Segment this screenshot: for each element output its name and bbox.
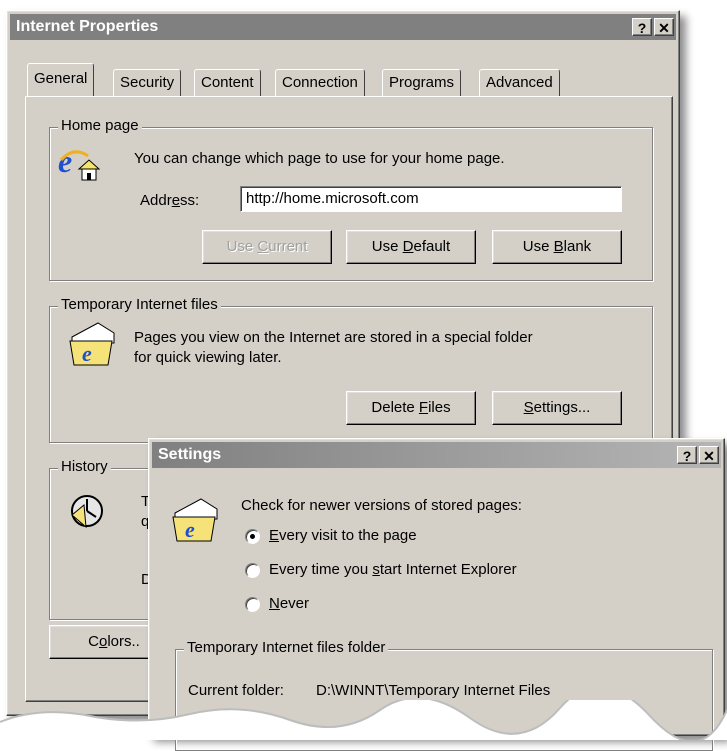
svg-text:e: e	[185, 517, 195, 542]
settings-title: Settings	[158, 446, 222, 463]
settings-button[interactable]: Settings...	[492, 391, 622, 425]
settings-dialog: Settings ? ✕ e Check for newer versions …	[148, 438, 725, 751]
tab-programs[interactable]: Programs	[382, 69, 462, 96]
tab-security[interactable]: Security	[113, 69, 182, 96]
temp-files-group: Temporary Internet files e Pages you vie…	[49, 296, 653, 443]
history-group-label: History	[58, 458, 111, 475]
close-button[interactable]: ✕	[654, 18, 674, 36]
title-bar[interactable]: Internet Properties ? ✕	[10, 14, 676, 40]
folder-group-label: Temporary Internet files folder	[184, 639, 389, 656]
home-page-group-label: Home page	[58, 117, 142, 134]
delete-files-button[interactable]: Delete Files	[346, 391, 476, 425]
tab-connection[interactable]: Connection	[275, 69, 365, 96]
home-page-description: You can change which page to use for you…	[134, 150, 505, 167]
temp-files-folder-icon: e	[68, 319, 118, 369]
tab-general[interactable]: General	[27, 63, 95, 96]
temp-files-description-1: Pages you view on the Internet are store…	[134, 329, 533, 346]
radio-never-label[interactable]: Never	[269, 595, 309, 612]
tab-content[interactable]: Content	[194, 69, 261, 96]
radio-never[interactable]	[245, 597, 260, 612]
address-label: Address:	[140, 192, 200, 209]
window-title: Internet Properties	[16, 18, 159, 35]
use-default-button[interactable]: Use Default	[346, 230, 476, 264]
temp-files-group-label: Temporary Internet files	[58, 296, 221, 313]
home-page-group: Home page e You can change which page to…	[49, 117, 653, 281]
radio-every-visit-label[interactable]: Every visit to the page	[269, 527, 417, 544]
svg-text:e: e	[58, 143, 72, 179]
settings-folder-icon: e	[171, 495, 221, 545]
torn-edge-decoration	[0, 700, 727, 740]
svg-text:e: e	[82, 341, 92, 366]
radio-every-start-label[interactable]: Every time you start Internet Explorer	[269, 561, 517, 578]
ie-home-icon: e	[56, 142, 101, 186]
check-newer-label: Check for newer versions of stored pages…	[241, 497, 522, 514]
address-input[interactable]: http://home.microsoft.com	[240, 186, 622, 212]
settings-title-bar[interactable]: Settings ? ✕	[152, 442, 721, 468]
radio-every-visit[interactable]	[245, 529, 260, 544]
current-folder-value: D:\WINNT\Temporary Internet Files	[316, 682, 551, 699]
help-button[interactable]: ?	[632, 18, 652, 36]
settings-help-button[interactable]: ?	[677, 446, 697, 464]
use-blank-button[interactable]: Use Blank	[492, 230, 622, 264]
use-current-button: Use Current	[202, 230, 332, 264]
settings-close-button[interactable]: ✕	[699, 446, 719, 464]
current-folder-label: Current folder:	[188, 682, 284, 699]
history-clock-icon	[70, 491, 106, 531]
tab-advanced[interactable]: Advanced	[479, 69, 560, 96]
temp-files-description-2: for quick viewing later.	[134, 349, 282, 366]
radio-every-start[interactable]	[245, 563, 260, 578]
